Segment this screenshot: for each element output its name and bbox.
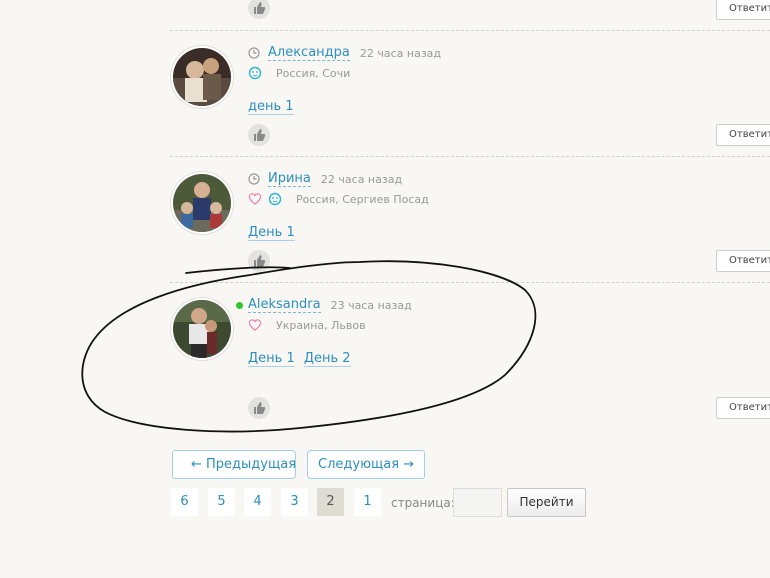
location: Украина, Львов [276,318,366,332]
author-name[interactable]: Ирина [268,171,311,187]
location: Россия, Сочи [276,66,351,80]
reply-button[interactable]: Ответить [716,124,770,146]
heart-icon [248,319,262,331]
thumbs-up-icon [254,129,266,141]
day-link[interactable]: День 1 [248,225,295,241]
comment-time: 23 часа назад [330,298,412,312]
page-number[interactable]: 1 [354,488,381,516]
like-button[interactable] [248,124,270,146]
page-input[interactable] [453,488,502,517]
thumbs-up-icon [254,255,266,267]
page-number-current: 2 [317,488,344,516]
diary-links: День 1 [248,221,299,241]
comment-meta: Александра 22 часа назад [248,45,441,61]
online-indicator [236,302,243,309]
comment-divider [170,156,770,157]
hand-drawn-ellipse [81,260,537,433]
comment-time: 22 часа назад [320,172,403,186]
comment-divider [170,282,770,283]
thumbs-up-icon [254,2,266,14]
reply-button[interactable]: Ответить [716,250,770,272]
clock-icon [248,173,260,185]
day-link[interactable]: День 2 [303,351,351,367]
prev-page-label: ← Предыдущая [191,457,297,472]
location: Россия, Сергиев Посад [296,192,429,206]
page-number[interactable]: 5 [208,488,235,516]
comment-status: Россия, Сочи [248,66,350,80]
diary-links: день 1 [248,95,298,115]
diary-links: День 1 День 2 [248,347,355,367]
page-number[interactable]: 6 [171,488,198,516]
like-button[interactable] [248,250,270,272]
avatar[interactable] [171,46,233,108]
prev-page-button[interactable]: ← Предыдущая [172,450,296,479]
heart-icon [248,193,262,205]
author-name[interactable]: Aleksandra [248,297,321,313]
next-page-button[interactable]: Следующая → [307,450,425,479]
page-label: страница: [391,496,455,510]
page-number[interactable]: 4 [244,488,271,516]
reply-button[interactable]: Ответить [716,0,770,20]
comment-status: Украина, Львов [248,318,366,332]
clock-icon [248,47,260,59]
reply-button[interactable]: Ответить [716,397,770,419]
day-link[interactable]: день 1 [248,99,294,115]
avatar[interactable] [171,298,233,360]
like-button[interactable] [248,397,270,419]
comment-meta: Ирина 22 часа назад [248,171,402,187]
go-button[interactable]: Перейти [507,488,586,517]
comment-divider [170,30,770,31]
comment-time: 22 часа назад [359,46,442,60]
baby-icon [268,192,282,206]
baby-icon [248,66,262,80]
avatar[interactable] [171,172,233,234]
comment-status: Россия, Сергиев Посад [248,192,429,206]
page-number[interactable]: 3 [281,488,308,516]
author-name[interactable]: Александра [268,45,350,61]
day-link[interactable]: День 1 [248,351,295,367]
like-button[interactable] [248,0,270,19]
next-page-label: Следующая → [318,457,415,472]
thumbs-up-icon [254,402,266,414]
comment-meta: Aleksandra 23 часа назад [248,297,412,313]
